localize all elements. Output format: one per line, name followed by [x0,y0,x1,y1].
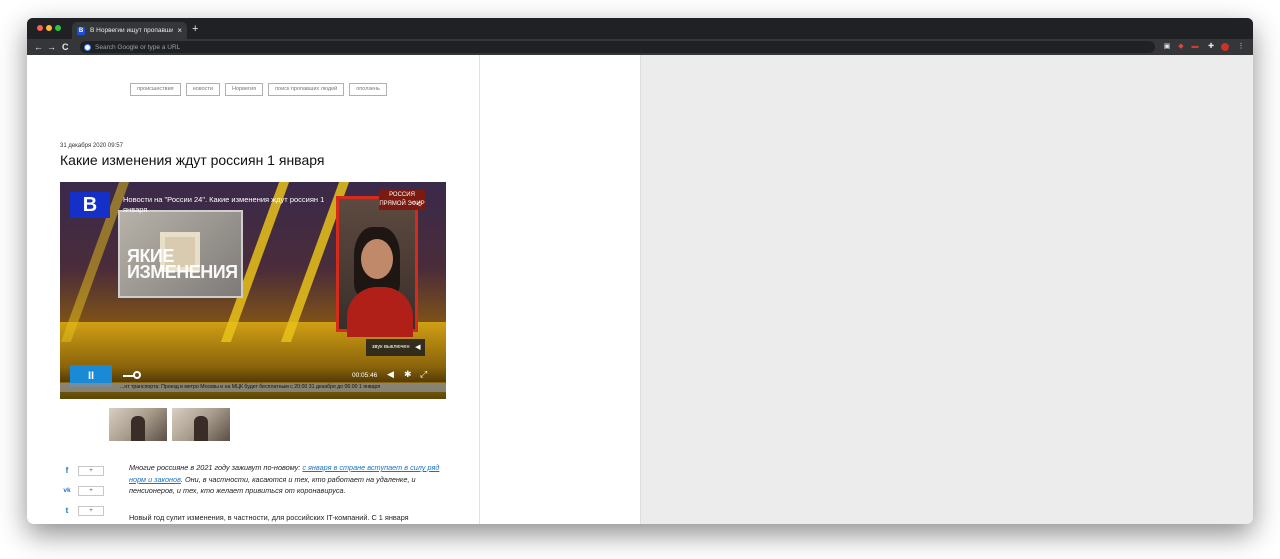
close-window-button[interactable] [37,25,43,31]
tab-title: В Норвегии ищут пропавших [90,27,174,34]
maximize-window-button[interactable] [55,25,61,31]
profile-avatar[interactable] [1221,43,1229,51]
extensions-puzzle-icon[interactable]: ✚ [1207,43,1215,51]
share-twitter[interactable]: t + [61,505,106,517]
tag-link[interactable]: поиск пропавших людей [268,83,345,96]
vesti-logo: В [70,192,110,218]
share-vk[interactable]: vk + [61,485,106,497]
video-presenter-face [361,239,393,279]
share-icon[interactable]: < [416,199,421,209]
video-presenter [336,196,418,337]
browser-window: В В Норвегии ищут пропавших × + ← → C Se… [27,18,1253,524]
extension-red-icon[interactable]: ◆ [1177,43,1185,51]
vk-icon[interactable]: vk [61,485,73,497]
article-paragraph: Новый год сулит изменения, в частности, … [129,513,409,522]
cast-icon[interactable]: ▣ [1163,43,1171,51]
back-arrow-icon[interactable]: ← [34,41,43,53]
video-studio-text: ЯКИЕ ИЗМЕНЕНИЯ [127,246,238,282]
tab-bar: В В Норвегии ищут пропавших × + [27,18,1253,39]
share-counter[interactable]: + [78,506,104,516]
tab-close-icon[interactable]: × [177,26,182,35]
sound-off-label: звук выключен [372,344,410,350]
address-bar[interactable]: Search Google or type a URL [80,41,1155,53]
video-player[interactable]: ЯКИЕ ИЗМЕНЕНИЯ В Новости на "России 24".… [60,182,446,399]
video-thumbnail[interactable] [172,408,230,441]
settings-gear-icon[interactable]: ✱ [404,369,412,380]
browser-toolbar: ← → C Search Google or type a URL ▣ ◆ ▬ … [27,39,1253,55]
volume-slider-knob[interactable] [133,371,141,379]
share-counter[interactable]: + [78,466,104,476]
address-bar-placeholder: Search Google or type a URL [95,43,181,51]
article-tags: происшествия новости Норвегия поиск проп… [130,83,387,96]
tag-link[interactable]: происшествия [130,83,181,96]
minimize-window-button[interactable] [46,25,52,31]
fullscreen-icon[interactable]: ⤢ [420,369,427,380]
site-favicon-icon: В [77,26,85,35]
tag-link[interactable]: Норвегия [225,83,264,96]
reload-icon[interactable]: C [62,41,69,53]
facebook-icon[interactable]: f [61,465,73,477]
video-time: 00:05:46 [352,372,378,379]
video-title: Новости на "России 24". Какие изменения … [123,195,325,214]
share-counter[interactable]: + [78,486,104,496]
article-date: 31 декабря 2020 09:57 [60,143,123,149]
sound-off-button[interactable]: звук выключен ◀ [366,339,425,356]
news-ticker: ...нт транспорта: Проезд в метро Москвы … [60,383,446,392]
article-lead: Многие россияне в 2021 году заживут по-н… [129,462,447,497]
empty-side-panel [640,55,1253,524]
new-tab-button[interactable]: + [192,23,198,35]
video-thumbnail[interactable] [109,408,167,441]
google-icon [84,43,91,51]
tag-link[interactable]: новости [185,83,220,96]
video-presenter-body [347,287,413,337]
extension-mail-icon[interactable]: ▬ [1191,43,1199,51]
twitter-icon[interactable]: t [61,505,73,517]
share-facebook[interactable]: f + [61,465,106,477]
tab-active[interactable]: В В Норвегии ищут пропавших × [72,22,187,39]
mute-icon[interactable]: ◀ [387,369,394,380]
forward-arrow-icon[interactable]: → [47,41,56,53]
article-title: Какие изменения ждут россиян 1 января [60,152,325,168]
menu-kebab-icon[interactable]: ⋮ [1237,43,1245,51]
column-divider [479,55,480,524]
page-content: происшествия новости Норвегия поиск проп… [27,55,1253,524]
speaker-icon: ◀ [415,344,421,351]
lead-text: Многие россияне в 2021 году заживут по-н… [129,463,303,472]
tag-link[interactable]: оползень [349,83,387,96]
